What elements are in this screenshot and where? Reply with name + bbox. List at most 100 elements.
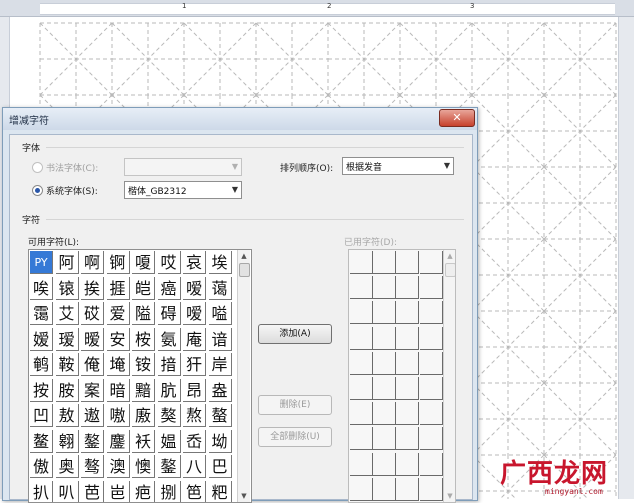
horizontal-ruler[interactable]: 1 2 3 [0, 0, 634, 17]
char-cell[interactable]: 袄 [132, 430, 155, 453]
char-cell[interactable]: 嗷 [107, 404, 130, 427]
used-char-cell[interactable] [373, 352, 396, 375]
char-cell[interactable]: PY [30, 251, 53, 274]
used-char-cell[interactable] [350, 402, 373, 425]
char-cell[interactable]: 媪 [158, 430, 181, 453]
used-char-cell[interactable] [396, 276, 419, 299]
char-cell[interactable]: 昂 [183, 379, 206, 402]
char-cell[interactable]: 骜 [81, 455, 104, 478]
char-cell[interactable]: 肮 [158, 379, 181, 402]
char-cell[interactable]: 岸 [209, 353, 232, 376]
char-cell[interactable]: 锕 [107, 251, 130, 274]
char-cell[interactable]: 谙 [209, 328, 232, 351]
char-cell[interactable]: 鏊 [158, 455, 181, 478]
used-char-cell[interactable] [420, 453, 443, 476]
used-char-cell[interactable] [420, 427, 443, 450]
char-cell[interactable]: 獒 [158, 404, 181, 427]
scroll-up-icon[interactable]: ▲ [238, 250, 250, 262]
char-cell[interactable]: 遨 [81, 404, 104, 427]
scroll-up-icon[interactable]: ▲ [444, 250, 456, 262]
used-char-cell[interactable] [420, 301, 443, 324]
scroll-down-icon[interactable]: ▼ [238, 490, 250, 502]
char-cell[interactable]: 廒 [132, 404, 155, 427]
char-cell[interactable]: 暗 [107, 379, 130, 402]
used-char-cell[interactable] [373, 377, 396, 400]
char-cell[interactable]: 螯 [209, 404, 232, 427]
char-cell[interactable]: 啊 [81, 251, 104, 274]
used-char-cell[interactable] [350, 427, 373, 450]
used-chars-scrollbar[interactable]: ▲ ▼ [443, 250, 456, 502]
char-cell[interactable]: 按 [30, 379, 53, 402]
used-char-cell[interactable] [373, 276, 396, 299]
used-char-cell[interactable] [420, 402, 443, 425]
used-char-cell[interactable] [350, 453, 373, 476]
used-char-cell[interactable] [373, 427, 396, 450]
sort-order-combo[interactable]: 根据发音 ▼ [342, 157, 454, 175]
char-cell[interactable]: 懊 [132, 455, 155, 478]
char-cell[interactable]: 瑷 [56, 328, 79, 351]
char-cell[interactable]: 鏊 [81, 430, 104, 453]
char-cell[interactable]: 岜 [107, 481, 130, 503]
char-cell[interactable]: 翱 [56, 430, 79, 453]
char-cell[interactable]: 嗄 [132, 251, 155, 274]
used-char-cell[interactable] [373, 402, 396, 425]
char-cell[interactable]: 坳 [209, 430, 232, 453]
char-cell[interactable]: 澳 [107, 455, 130, 478]
used-char-cell[interactable] [373, 327, 396, 350]
used-char-cell[interactable] [420, 478, 443, 501]
char-cell[interactable]: 皑 [132, 277, 155, 300]
char-cell[interactable]: 庵 [183, 328, 206, 351]
char-cell[interactable]: 粑 [209, 481, 232, 503]
char-cell[interactable]: 鏖 [107, 430, 130, 453]
used-char-cell[interactable] [396, 402, 419, 425]
calligraphy-font-radio[interactable] [32, 162, 43, 173]
char-cell[interactable]: 捌 [158, 481, 181, 503]
char-cell[interactable]: 凹 [30, 404, 53, 427]
char-cell[interactable]: 桉 [132, 328, 155, 351]
scroll-down-icon[interactable]: ▼ [444, 490, 456, 502]
used-char-cell[interactable] [420, 276, 443, 299]
char-cell[interactable]: 暧 [81, 328, 104, 351]
char-cell[interactable]: 芭 [81, 481, 104, 503]
used-chars-list[interactable]: ▲ ▼ [348, 249, 456, 503]
used-char-cell[interactable] [350, 478, 373, 501]
dialog-titlebar[interactable]: 增减字符 ✕ [3, 108, 477, 130]
char-cell[interactable]: 巴 [209, 455, 232, 478]
char-cell[interactable]: 黯 [132, 379, 155, 402]
system-font-combo[interactable]: 楷体_GB2312 ▼ [124, 181, 242, 199]
char-cell[interactable]: 埃 [209, 251, 232, 274]
system-font-radio[interactable] [32, 185, 43, 196]
char-cell[interactable]: 犴 [183, 353, 206, 376]
used-char-cell[interactable] [420, 251, 443, 274]
char-cell[interactable]: 岙 [183, 430, 206, 453]
char-cell[interactable]: 唉 [30, 277, 53, 300]
char-cell[interactable]: 八 [183, 455, 206, 478]
char-cell[interactable]: 氨 [158, 328, 181, 351]
char-cell[interactable]: 扒 [30, 481, 53, 503]
char-cell[interactable]: 嗌 [209, 302, 232, 325]
available-chars-scrollbar[interactable]: ▲ ▼ [237, 250, 250, 502]
char-cell[interactable]: 铵 [132, 353, 155, 376]
char-cell[interactable]: 隘 [132, 302, 155, 325]
available-chars-list[interactable]: ▲ ▼ PY阿啊锕嗄哎哀埃唉锿挨捱皑癌嗳蔼霭艾砹爱隘碍嗳嗌嫒瑷暧安桉氨庵谙鹌鞍俺… [28, 249, 252, 503]
scroll-thumb[interactable] [445, 263, 456, 277]
scroll-thumb[interactable] [239, 263, 250, 277]
char-cell[interactable]: 敖 [56, 404, 79, 427]
close-button[interactable]: ✕ [439, 109, 475, 127]
char-cell[interactable]: 胺 [56, 379, 79, 402]
used-char-cell[interactable] [350, 301, 373, 324]
char-cell[interactable]: 癌 [158, 277, 181, 300]
used-char-cell[interactable] [373, 478, 396, 501]
used-char-cell[interactable] [350, 251, 373, 274]
used-char-cell[interactable] [396, 327, 419, 350]
used-char-cell[interactable] [396, 427, 419, 450]
char-cell[interactable]: 鹌 [30, 353, 53, 376]
used-char-cell[interactable] [350, 352, 373, 375]
char-cell[interactable]: 鳌 [30, 430, 53, 453]
char-cell[interactable]: 傲 [30, 455, 53, 478]
char-cell[interactable]: 锿 [56, 277, 79, 300]
char-cell[interactable]: 爱 [107, 302, 130, 325]
char-cell[interactable]: 盎 [209, 379, 232, 402]
used-char-cell[interactable] [396, 352, 419, 375]
used-char-cell[interactable] [350, 276, 373, 299]
